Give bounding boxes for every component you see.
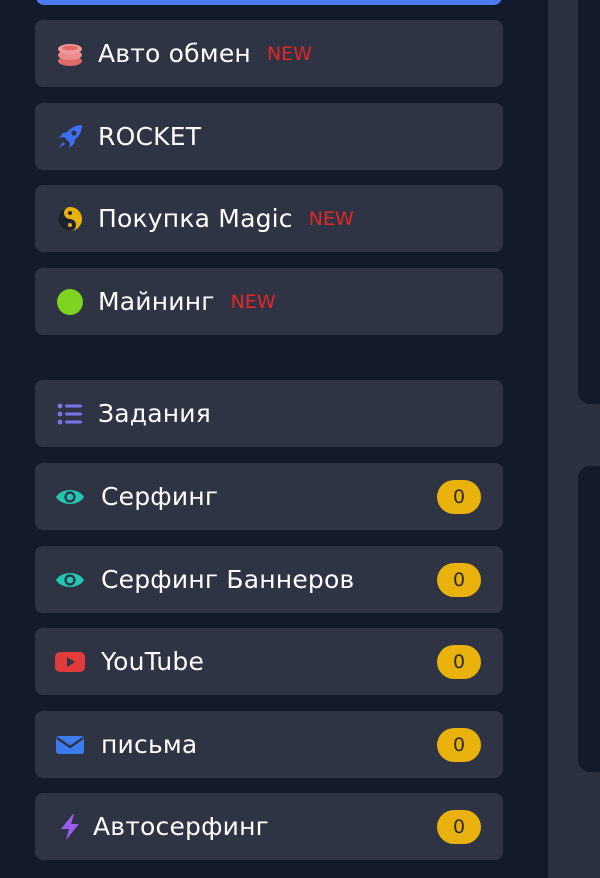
menu-item-surfing[interactable]: Серфинг 0	[35, 463, 503, 530]
task-list-icon	[55, 399, 85, 429]
menu-item-label: Покупка Magic	[98, 204, 293, 233]
new-tag: NEW	[308, 207, 354, 230]
menu-item-auto-exchange[interactable]: Авто обмен NEW	[35, 20, 503, 87]
envelope-icon	[55, 730, 85, 760]
menu-item-label: Серфинг Баннеров	[101, 565, 355, 594]
menu-item-letters[interactable]: письма 0	[35, 711, 503, 778]
menu-item-rocket[interactable]: ROCKET	[35, 103, 503, 170]
youtube-icon	[55, 647, 85, 677]
count-badge: 0	[437, 479, 481, 514]
eye-icon	[55, 565, 85, 595]
menu-item-label: ROCKET	[98, 122, 202, 151]
sidebar-menu: Авто обмен NEW ROCKET Покупка Magic NEW …	[0, 0, 548, 878]
rocket-icon	[55, 122, 85, 152]
menu-item-label: Задания	[98, 399, 211, 428]
yin-yang-icon	[55, 204, 85, 234]
count-badge: 0	[437, 644, 481, 679]
menu-item-label: Майнинг	[98, 287, 215, 316]
menu-item-tasks[interactable]: Задания	[35, 380, 503, 447]
menu-item-label: Авто обмен	[98, 39, 251, 68]
content-card	[578, 0, 600, 404]
menu-item-label: YouTube	[101, 647, 205, 676]
count-badge: 0	[437, 809, 481, 844]
menu-item-label: письма	[101, 730, 198, 759]
menu-item-buy-magic[interactable]: Покупка Magic NEW	[35, 185, 503, 252]
count-badge: 0	[437, 727, 481, 762]
active-menu-item-edge[interactable]	[36, 0, 502, 5]
new-tag: NEW	[266, 42, 312, 65]
green-circle-icon	[55, 287, 85, 317]
eye-icon	[55, 482, 85, 512]
content-card	[578, 466, 600, 772]
menu-item-banner-surfing[interactable]: Серфинг Баннеров 0	[35, 546, 503, 613]
lightning-icon	[55, 812, 85, 842]
new-tag: NEW	[230, 290, 276, 313]
menu-item-mining[interactable]: Майнинг NEW	[35, 268, 503, 335]
menu-item-autosurfing[interactable]: Автосерфинг 0	[35, 793, 503, 860]
menu-item-youtube[interactable]: YouTube 0	[35, 628, 503, 695]
coins-stack-icon	[55, 39, 85, 69]
count-badge: 0	[437, 562, 481, 597]
menu-item-label: Автосерфинг	[93, 812, 269, 841]
menu-item-label: Серфинг	[101, 482, 219, 511]
